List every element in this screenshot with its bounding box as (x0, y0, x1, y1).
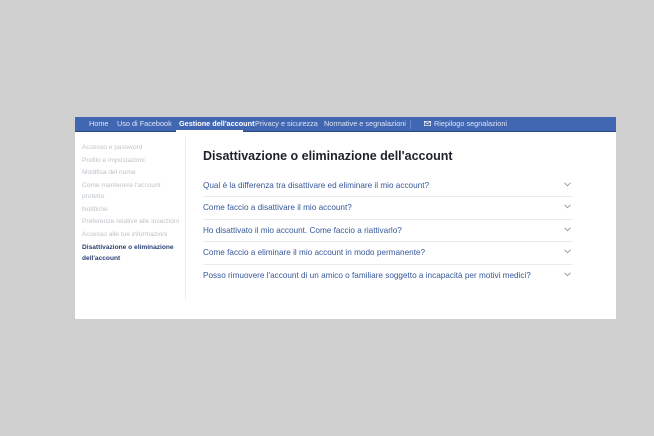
faq-item[interactable]: Ho disattivato il mio account. Come facc… (203, 220, 573, 243)
chevron-down-icon[interactable] (564, 249, 571, 254)
sidebar-item-modifica-nome[interactable]: Modifica del nome (82, 167, 182, 180)
chevron-down-icon[interactable] (564, 182, 571, 187)
sidebar-item-profilo-impostazioni[interactable]: Profilo e impostazioni (82, 155, 182, 168)
sidebar-item-preferenze-inserzioni[interactable]: Preferenze relative alle inserzioni (82, 216, 182, 227)
page-title: Disattivazione o eliminazione dell'accou… (203, 149, 453, 163)
active-tab-indicator (176, 130, 243, 132)
sidebar-item-notifiche[interactable]: Notifiche (82, 204, 182, 217)
faq-question[interactable]: Posso rimuovere l'account di un amico o … (203, 271, 531, 280)
chevron-down-icon[interactable] (564, 204, 571, 209)
envelope-icon (424, 121, 431, 126)
faq-question[interactable]: Come faccio a disattivare il mio account… (203, 203, 352, 212)
nav-item-normative-segnalazioni[interactable]: Normative e segnalazioni (324, 117, 406, 132)
faq-item[interactable]: Come faccio a disattivare il mio account… (203, 197, 573, 220)
faq-item[interactable]: Come faccio a eliminare il mio account i… (203, 242, 573, 265)
nav-separator (410, 120, 411, 129)
chevron-down-icon[interactable] (564, 227, 571, 232)
nav-item-privacy-sicurezza[interactable]: Privacy e sicurezza (255, 117, 318, 132)
faq-item[interactable]: Qual è la differenza tra disattivare ed … (203, 175, 573, 198)
faq-question[interactable]: Come faccio a eliminare il mio account i… (203, 248, 425, 257)
sidebar-menu: Accesso e password Profilo e impostazion… (82, 142, 182, 266)
chevron-down-icon[interactable] (564, 272, 571, 277)
sidebar-item-accesso-informazioni[interactable]: Accesso alle tue informazioni (82, 229, 182, 242)
nav-item-uso-di-facebook[interactable]: Uso di Facebook (117, 117, 172, 132)
faq-item[interactable]: Posso rimuovere l'account di un amico o … (203, 265, 573, 287)
help-center-panel: Home Uso di Facebook Gestione dell'accou… (75, 117, 616, 319)
sidebar-item-disattivazione-eliminazione[interactable]: Disattivazione o eliminazione dell'accou… (82, 242, 182, 264)
sidebar-divider (185, 137, 186, 300)
sidebar-item-accesso-password[interactable]: Accesso e password (82, 142, 182, 155)
top-navigation-bar: Home Uso di Facebook Gestione dell'accou… (75, 117, 616, 132)
faq-question[interactable]: Ho disattivato il mio account. Come facc… (203, 226, 402, 235)
faq-question[interactable]: Qual è la differenza tra disattivare ed … (203, 181, 429, 190)
faq-list: Qual è la differenza tra disattivare ed … (203, 175, 573, 287)
nav-item-riepilogo-segnalazioni[interactable]: Riepilogo segnalazioni (434, 117, 507, 132)
nav-item-home[interactable]: Home (89, 117, 108, 132)
sidebar-item-account-protetto[interactable]: Come mantenere l'account protetto (82, 180, 182, 202)
